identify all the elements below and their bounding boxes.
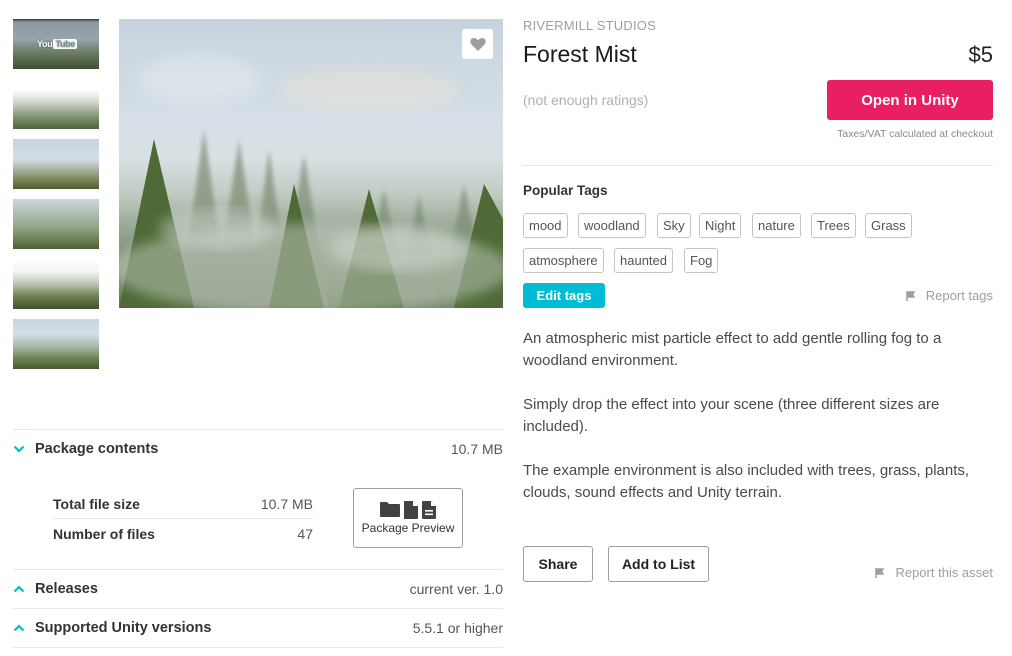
share-button[interactable]: Share <box>523 546 593 582</box>
tag-chip[interactable]: haunted <box>614 248 673 273</box>
favorite-button[interactable] <box>462 29 493 59</box>
tag-chip[interactable]: woodland <box>578 213 646 238</box>
tag-chip[interactable]: Sky <box>657 213 691 238</box>
report-asset-link[interactable]: Report this asset <box>875 565 993 580</box>
tag-chip[interactable]: Trees <box>811 213 856 238</box>
tag-chip[interactable]: Fog <box>684 248 719 273</box>
description-paragraph: The example environment is also included… <box>523 462 970 501</box>
row-key: Number of files <box>53 526 155 542</box>
tag-chip[interactable]: nature <box>752 213 801 238</box>
report-asset-label: Report this asset <box>895 565 993 580</box>
file-icon <box>404 501 418 519</box>
tag-chip[interactable]: atmosphere <box>523 248 604 273</box>
ratings-text: (not enough ratings) <box>523 92 649 108</box>
main-preview-image[interactable] <box>119 19 503 308</box>
current-version: current ver. 1.0 <box>409 581 503 597</box>
report-tags-link[interactable]: Report tags <box>906 288 993 303</box>
chevron-down-icon <box>13 445 35 453</box>
thumbnail-video[interactable]: You Tube <box>13 19 99 69</box>
tax-note: Taxes/VAT calculated at checkout <box>837 128 993 140</box>
thumbnail[interactable] <box>13 259 99 309</box>
table-row: Number of files 47 <box>53 519 313 549</box>
product-price: $5 <box>968 42 993 67</box>
unity-version-value: 5.5.1 or higher <box>412 620 503 636</box>
row-key: Total file size <box>53 495 140 512</box>
divider <box>13 608 503 609</box>
releases-label: Releases <box>35 581 98 597</box>
package-size: 10.7 MB <box>450 441 503 457</box>
heart-icon <box>469 37 486 51</box>
thumbnail[interactable] <box>13 79 99 129</box>
table-row: Total file size 10.7 MB <box>53 489 313 519</box>
product-description: An atmospheric mist particle effect to a… <box>523 328 993 526</box>
report-tags-label: Report tags <box>925 288 993 303</box>
edit-tags-button[interactable]: Edit tags <box>523 283 605 308</box>
row-value: 47 <box>297 526 313 542</box>
unity-versions-label: Supported Unity versions <box>35 620 212 636</box>
add-to-list-button[interactable]: Add to List <box>608 546 709 582</box>
divider <box>13 429 503 430</box>
file-text-icon <box>422 501 436 519</box>
tag-chip[interactable]: Grass <box>865 213 912 238</box>
divider <box>13 647 503 648</box>
package-preview-icons <box>380 501 436 519</box>
thumbnail-image <box>13 319 99 369</box>
flag-icon <box>875 567 885 578</box>
unity-versions-toggle[interactable]: Supported Unity versions 5.5.1 or higher <box>13 616 503 640</box>
product-title: Forest Mist <box>523 41 637 67</box>
package-contents-label: Package contents <box>35 441 159 457</box>
releases-toggle[interactable]: Releases current ver. 1.0 <box>13 577 503 601</box>
thumbnail[interactable] <box>13 139 99 189</box>
package-details-table: Total file size 10.7 MB Number of files … <box>53 489 313 549</box>
row-value: 10.7 MB <box>260 495 313 512</box>
package-contents-toggle[interactable]: Package contents 10.7 MB <box>13 437 503 461</box>
thumbnail-image <box>13 259 99 309</box>
folder-icon <box>380 502 400 517</box>
flag-icon <box>906 290 916 301</box>
thumbnail-image <box>13 199 99 249</box>
description-paragraph: An atmospheric mist particle effect to a… <box>523 330 942 369</box>
package-preview-button[interactable]: Package Preview <box>353 488 463 548</box>
thumbnail[interactable] <box>13 199 99 249</box>
popular-tags-heading: Popular Tags <box>523 183 608 198</box>
thumbnail-image <box>13 79 99 129</box>
open-in-unity-button[interactable]: Open in Unity <box>827 80 993 120</box>
tag-chip[interactable]: Night <box>699 213 742 238</box>
divider <box>523 165 993 166</box>
divider <box>13 569 503 570</box>
publisher-link[interactable]: RIVERMILL STUDIOS <box>523 18 656 33</box>
chevron-up-icon <box>13 624 35 632</box>
tag-chip[interactable]: mood <box>523 213 568 238</box>
forest-illustration <box>119 54 503 308</box>
chevron-up-icon <box>13 585 35 593</box>
thumbnail[interactable] <box>13 319 99 369</box>
thumbnail-image <box>13 139 99 189</box>
description-paragraph: Simply drop the effect into your scene (… <box>523 396 940 435</box>
youtube-logo-icon: You Tube <box>37 39 78 49</box>
package-preview-label: Package Preview <box>361 521 455 535</box>
